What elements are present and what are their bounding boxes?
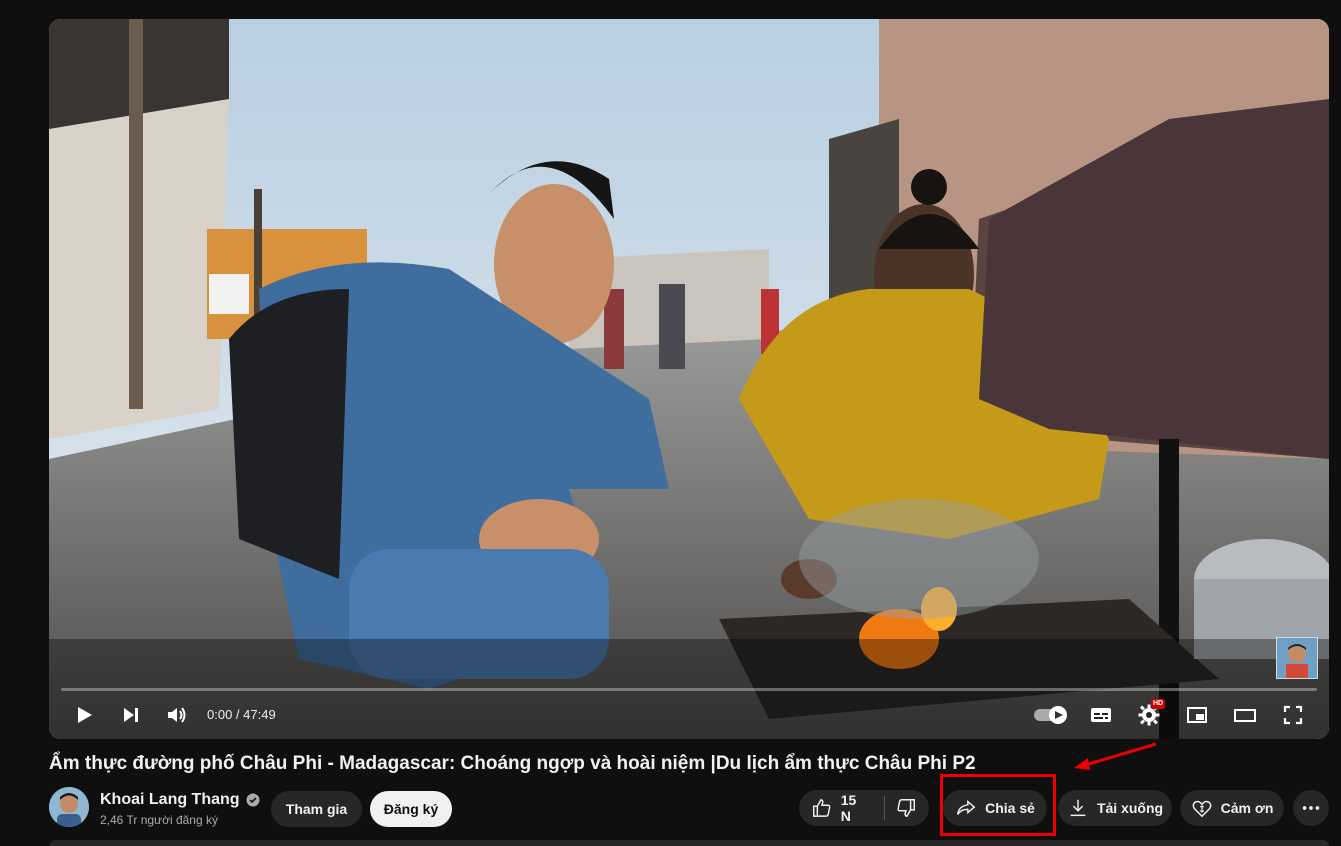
like-dislike-group: 15 N [799, 790, 929, 826]
fullscreen-button[interactable] [1273, 695, 1313, 735]
video-player[interactable]: 0:00 / 47:49 HD [49, 19, 1329, 739]
play-icon [78, 707, 92, 723]
theater-icon [1234, 709, 1256, 722]
theater-mode-button[interactable] [1225, 695, 1265, 735]
download-button[interactable]: Tải xuống [1058, 790, 1172, 826]
skip-next-icon [124, 708, 138, 722]
thanks-button[interactable]: Cảm ơn [1180, 790, 1284, 826]
like-count: 15 N [840, 792, 857, 824]
autoplay-toggle[interactable] [1029, 695, 1073, 735]
time-display: 0:00 / 47:49 [207, 707, 276, 722]
download-label: Tải xuống [1096, 800, 1164, 816]
channel-name[interactable]: Khoai Lang Thang [100, 791, 240, 809]
subscribe-button[interactable]: Đăng ký [370, 791, 452, 827]
download-icon [1070, 799, 1086, 817]
play-button[interactable] [64, 695, 104, 735]
like-button[interactable]: 15 N [799, 792, 885, 824]
progress-bar[interactable] [61, 688, 1317, 691]
volume-icon [168, 707, 186, 723]
video-frame[interactable] [49, 19, 1329, 739]
thumbs-down-icon [897, 799, 915, 817]
red-arrow-annotation [1074, 742, 1157, 770]
video-title: Ẩm thực đường phố Châu Phi - Madagascar:… [49, 753, 976, 774]
thanks-label: Cảm ơn [1220, 800, 1274, 816]
more-actions-button[interactable] [1293, 790, 1329, 826]
subtitles-button[interactable] [1081, 695, 1121, 735]
next-button[interactable] [111, 695, 151, 735]
volume-button[interactable] [157, 695, 197, 735]
share-icon [957, 799, 976, 815]
channel-name-link[interactable]: Khoai Lang Thang [100, 791, 260, 809]
share-button[interactable]: Chia sẻ [943, 790, 1047, 826]
verified-icon [246, 793, 260, 807]
share-label: Chia sẻ [985, 800, 1035, 816]
thanks-heart-icon [1192, 800, 1212, 818]
join-button[interactable]: Tham gia [271, 791, 362, 827]
miniplayer-button[interactable] [1177, 695, 1217, 735]
subtitles-icon [1091, 708, 1111, 722]
autoplay-toggle-icon [1034, 706, 1067, 724]
dislike-button[interactable] [885, 797, 929, 819]
more-horizontal-icon [1302, 806, 1320, 810]
settings-button[interactable]: HD [1129, 695, 1169, 735]
player-controls: 0:00 / 47:49 HD [49, 695, 1329, 735]
channel-watermark[interactable] [1276, 637, 1318, 679]
avatar[interactable] [49, 787, 89, 827]
fullscreen-icon [1283, 705, 1303, 725]
thumbs-up-icon [812, 799, 831, 817]
miniplayer-icon [1187, 707, 1207, 723]
hd-badge: HD [1151, 699, 1166, 709]
subscriber-count: 2,46 Tr người đăng ký [100, 813, 218, 827]
description-box-edge [49, 840, 1329, 846]
